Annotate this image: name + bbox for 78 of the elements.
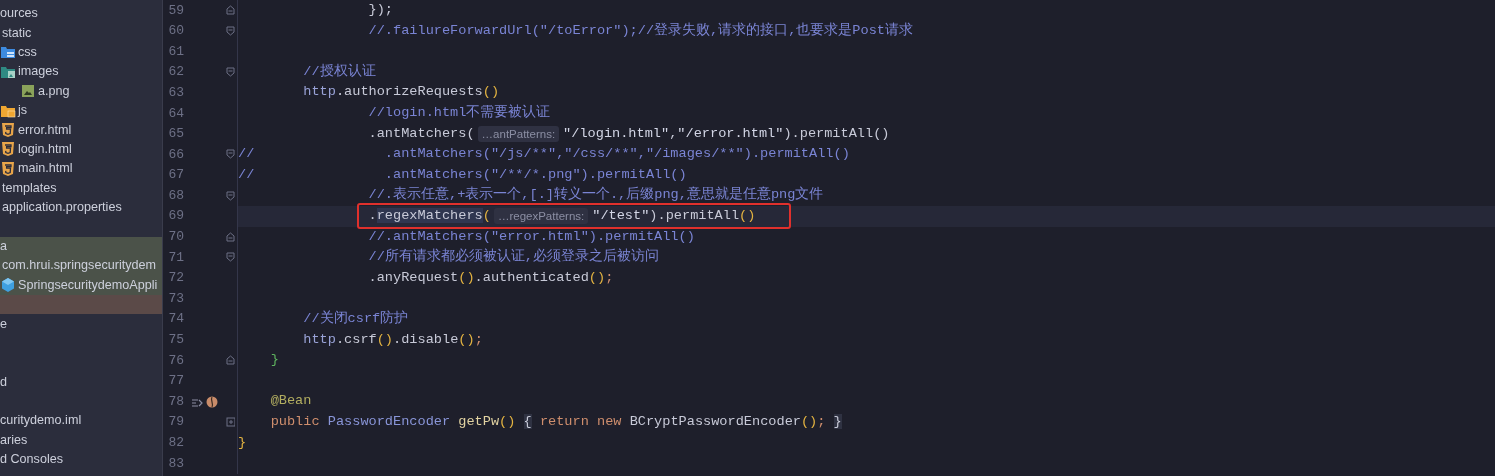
line-number: 75 [167,331,184,350]
tree-item[interactable]: images [18,62,59,82]
line-number: 68 [167,186,184,205]
code-text: // .antMatchers("/**/*.png").permitAll() [238,165,687,184]
fold-icon[interactable] [226,5,235,16]
code-text: .regexMatchers( [368,207,491,226]
line-number: 69 [167,207,184,226]
line-number: 61 [167,42,184,61]
fold-icon[interactable] [226,252,235,263]
line-number: 64 [167,104,184,123]
code-text: //login.html不需要被认证 [368,103,551,123]
tree-item[interactable]: ources [0,4,38,24]
code-text: .anyRequest().authenticated(); [368,268,614,287]
class-icon [0,277,16,294]
code-text: public PasswordEncoder getPw() { return new BCryptPasswordEncoder(); } [270,412,842,431]
fold-icon[interactable] [226,25,235,36]
code-text: //.failureForwardUrl("/toError");//登录失败,请求的接口,也要求是Post请求 [368,21,913,40]
tree-item[interactable]: com.hrui.springsecuritydem [2,256,156,276]
code-text: // .antMatchers("/js/**","/css/**","/images/**").permitAll() [238,145,850,164]
line-number: 59 [167,1,184,20]
tree-item[interactable]: curitydemo.iml [0,411,82,431]
tree-item[interactable]: main.html [18,159,73,179]
code-text: "/test").permitAll() [592,207,756,226]
fold-icon[interactable] [226,190,235,201]
line-number: 79 [167,413,184,432]
line-number: 63 [167,83,184,102]
tree-item[interactable]: a [0,236,7,256]
fold-icon[interactable] [226,231,235,242]
line-number: 65 [167,125,184,144]
tree-item[interactable]: a.png [38,81,70,101]
line-number: 78 [167,392,184,411]
tree-item[interactable]: js [18,101,28,121]
code-text: .antMatchers( [368,124,475,143]
line-number: 66 [167,145,184,164]
css-folder-icon [0,44,16,61]
tree-item[interactable]: d [0,372,7,392]
tree-item[interactable]: login.html [18,140,72,159]
parameter-hint: …antPatterns: [477,125,560,142]
code-text: //所有请求都必须被认证,必须登录之后被访问 [368,247,659,267]
line-number: 73 [167,289,184,308]
line-number: 77 [167,372,184,391]
line-number: 71 [167,248,184,267]
code-text: } [238,433,247,452]
line-number: 83 [167,454,184,473]
tree-item[interactable]: error.html [18,120,72,140]
code-text: //.表示任意,+表示一个,[.]转义一个.,后缀png,意思就是任意png文件 [368,185,824,205]
line-number: 72 [167,269,184,288]
code-text: //.antMatchers("error.html").permitAll() [368,227,695,246]
tree-item[interactable]: css [18,43,37,62]
code-text: } [270,351,279,370]
tree-item[interactable]: aries [0,430,28,450]
line-number: 62 [167,63,184,82]
tree-item[interactable]: application.properties [2,198,122,218]
line-number: 76 [167,351,184,370]
tree-item[interactable]: static [2,23,32,43]
code-text: }); [368,1,393,20]
fold-icon[interactable] [226,67,235,78]
tree-item[interactable]: templates [2,178,57,198]
line-number: 82 [167,434,184,452]
code-text: //授权认证 [303,62,376,81]
fold-icon[interactable] [226,355,235,366]
tree-item[interactable]: SpringsecuritydemoAppli [18,275,158,295]
line-number: 67 [167,166,184,185]
code-text: //关闭csrf防护 [303,309,409,328]
fold-icon[interactable] [226,149,235,160]
line-number: 60 [167,22,184,41]
code-text: "/login.html","/error.html").permitAll() [563,124,890,143]
tree-item[interactable]: d Consoles [0,450,63,470]
code-text: http.csrf().disable(); [303,330,483,349]
expand-icon[interactable] [226,417,235,428]
code-text: http.authorizeRequests() [303,83,500,102]
tree-item[interactable]: e [0,314,7,334]
code-text: @Bean [270,392,312,411]
parameter-hint: …regexPatterns: [493,208,589,225]
image-file-icon [20,83,36,100]
line-number: 70 [167,228,184,247]
line-number: 74 [167,310,184,329]
bean-icon[interactable] [206,395,218,408]
